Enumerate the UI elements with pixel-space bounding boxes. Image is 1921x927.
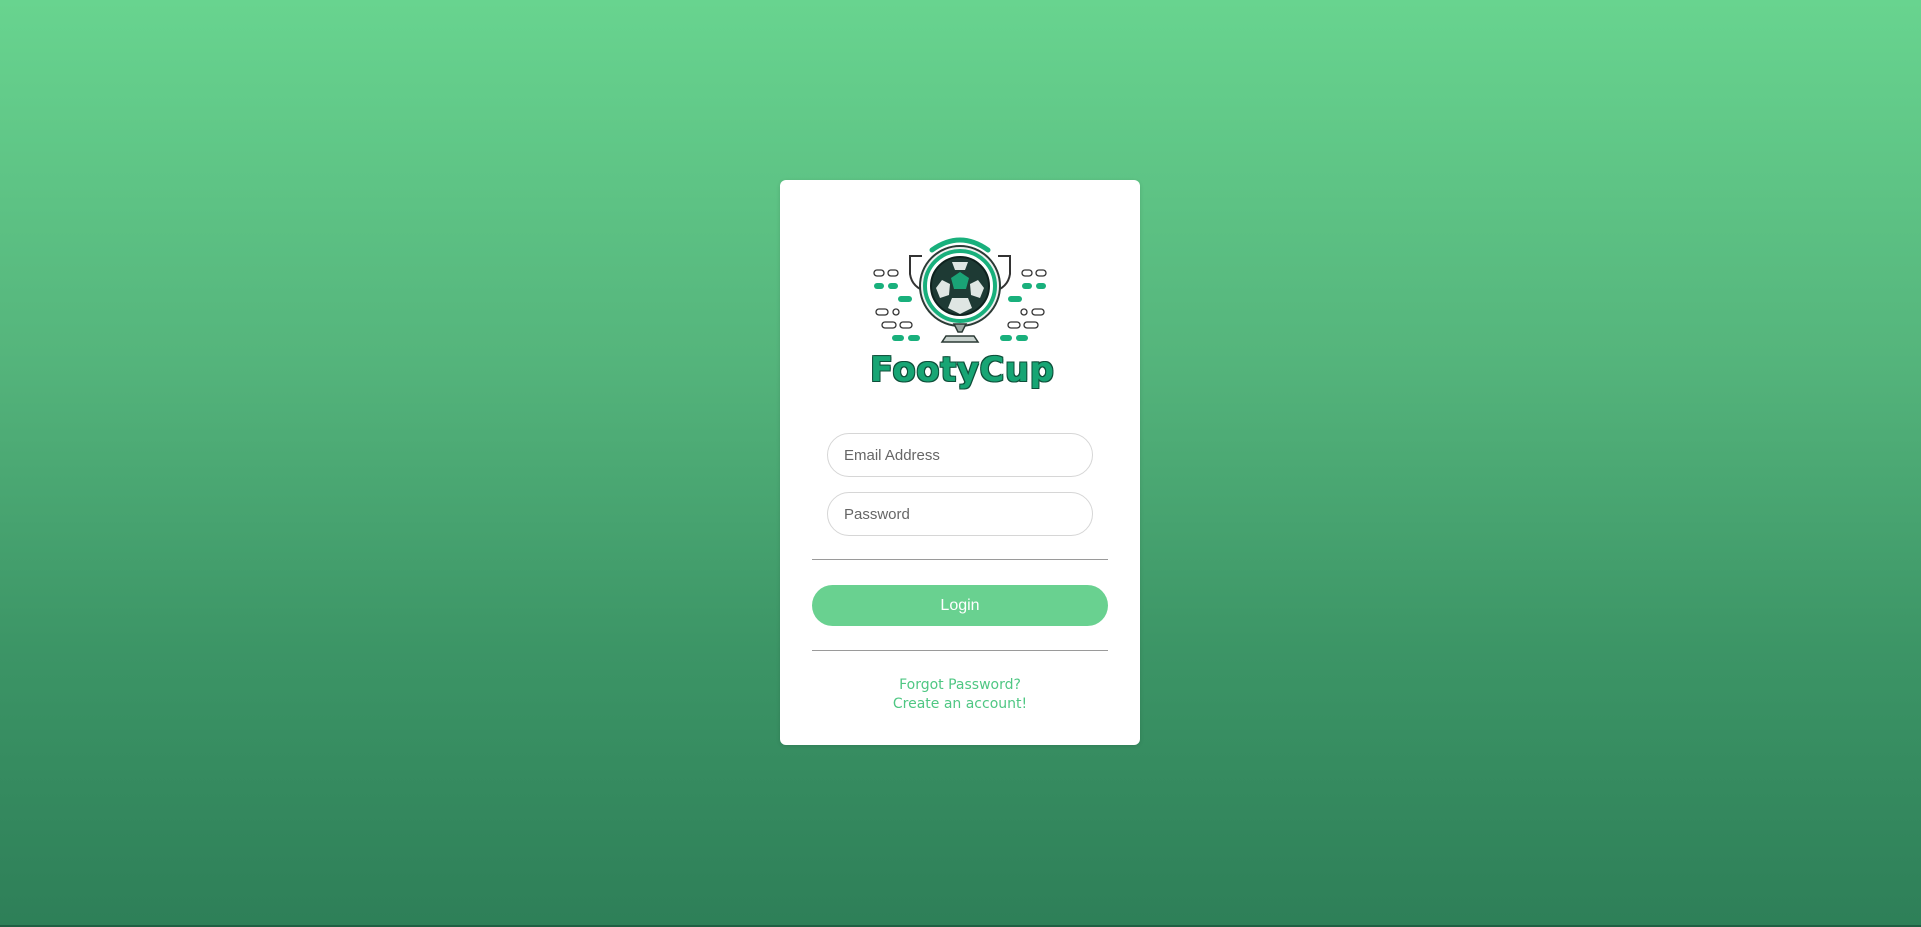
brand-logo: FootyCup [870,232,1055,397]
trophy-soccer-ball-icon [873,237,1047,343]
login-card: FootyCup Login Forgot Password? Create a… [780,180,1140,745]
auth-links: Forgot Password? Create an account! [780,676,1140,714]
password-input[interactable] [827,492,1093,536]
forgot-password-link[interactable]: Forgot Password? [899,676,1021,695]
divider-top [812,559,1108,560]
login-button[interactable]: Login [812,585,1108,626]
brand-name: FootyCup [870,350,1055,390]
divider-bottom [812,650,1108,651]
create-account-link[interactable]: Create an account! [893,695,1027,714]
email-input[interactable] [827,433,1093,477]
